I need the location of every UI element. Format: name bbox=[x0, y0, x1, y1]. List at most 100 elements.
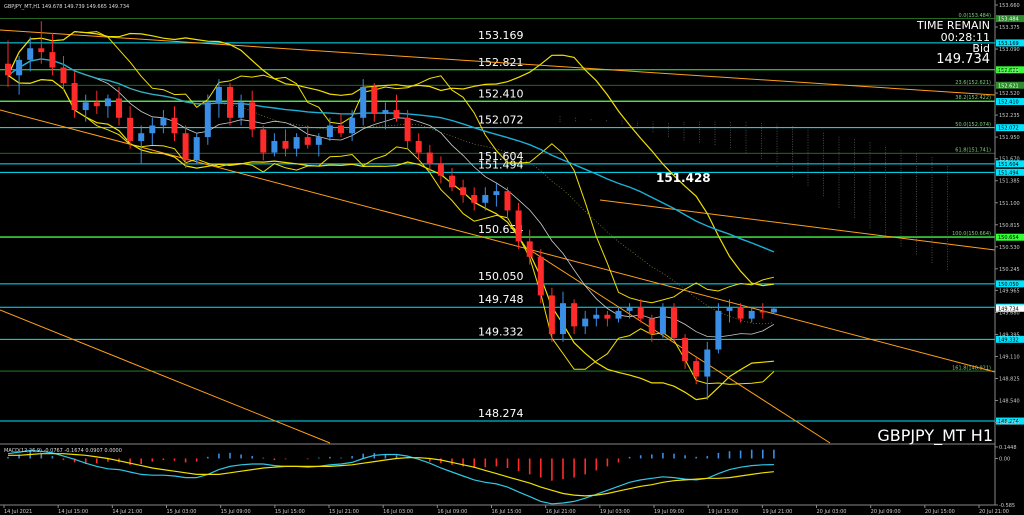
time-tick-label: 16 Jul 03:00 bbox=[383, 509, 413, 515]
candle-body bbox=[493, 191, 500, 196]
candle-body bbox=[726, 307, 733, 311]
time-tick-label: 19 Jul 09:00 bbox=[654, 509, 684, 515]
time-tick-label: 16 Jul 21:00 bbox=[546, 509, 576, 515]
fib-axis-tag-label: 152.621 bbox=[998, 83, 1019, 89]
candle-body bbox=[460, 187, 467, 196]
candle-body bbox=[371, 86, 378, 114]
candle-body bbox=[659, 307, 666, 335]
candle-body bbox=[437, 164, 444, 176]
level-label: 153.169 bbox=[478, 29, 524, 42]
price-tick-label: 151.100 bbox=[999, 201, 1020, 207]
watermark: GBPJPY_MT H1 bbox=[877, 426, 993, 446]
candle-body bbox=[693, 361, 700, 377]
candle-body bbox=[471, 195, 478, 203]
candle-body bbox=[404, 117, 411, 141]
fib-level-label: 61.8(151.741) bbox=[955, 148, 991, 154]
candle-body bbox=[615, 310, 622, 319]
price-tick-label: 153.090 bbox=[999, 47, 1020, 53]
candle-body bbox=[5, 63, 11, 76]
candle-body bbox=[637, 307, 644, 319]
time-tick-label: 20 Jul 09:00 bbox=[871, 509, 901, 515]
candle-body bbox=[415, 140, 422, 153]
candle-body bbox=[349, 117, 356, 134]
time-tick-label: 19 Jul 03:00 bbox=[600, 509, 630, 515]
candle-body bbox=[449, 175, 455, 188]
time-tick-label: 20 Jul 03:00 bbox=[817, 509, 847, 515]
candle-body bbox=[504, 191, 511, 211]
price-tick-label: 153.660 bbox=[999, 3, 1020, 9]
candle-body bbox=[271, 140, 278, 153]
price-tick-label: 150.815 bbox=[999, 223, 1020, 229]
candle-body bbox=[748, 310, 755, 319]
candle-body bbox=[482, 195, 489, 203]
price-tick-label: 152.805 bbox=[999, 69, 1020, 75]
candle-body bbox=[737, 307, 744, 319]
fib-level-label: 23.6(152.621) bbox=[955, 80, 991, 86]
time-tick-label: 20 Jul 15:00 bbox=[925, 509, 955, 515]
time-tick-label: 16 Jul 15:00 bbox=[492, 509, 522, 515]
candle-body bbox=[93, 102, 100, 107]
candle-body bbox=[127, 117, 134, 141]
candle-body bbox=[582, 318, 589, 327]
candle-body bbox=[515, 210, 522, 242]
level-label: 152.410 bbox=[478, 88, 524, 101]
level-axis-tag-label: 153.169 bbox=[998, 41, 1019, 47]
price-tick-label: 152.520 bbox=[999, 91, 1020, 97]
time-tick-label: 14 Jul 15:00 bbox=[58, 509, 88, 515]
candle-body bbox=[537, 256, 544, 296]
level-axis-tag-label: 152.410 bbox=[998, 100, 1019, 106]
level-label: 148.274 bbox=[478, 407, 524, 420]
price-tick-label: 151.670 bbox=[999, 157, 1020, 163]
time-tick-label: 14 Jul 21:00 bbox=[112, 509, 142, 515]
candle-body bbox=[759, 310, 766, 313]
candle-body bbox=[560, 303, 566, 335]
fib-level-label: 50.0(152.074) bbox=[955, 122, 991, 128]
time-tick-label: 19 Jul 21:00 bbox=[762, 509, 792, 515]
candle-body bbox=[104, 98, 111, 107]
annotation-label: 151.428 bbox=[656, 171, 711, 185]
candle-body bbox=[626, 307, 633, 311]
price-tick-label: 152.235 bbox=[999, 113, 1020, 119]
candle-body bbox=[16, 59, 23, 76]
candle-body bbox=[193, 137, 200, 161]
time-tick-label: 20 Jul 21:00 bbox=[979, 509, 1009, 515]
macd-label: MACD(12,26,9) -0.0767 -0.1674 0.0907 0.0… bbox=[4, 448, 122, 454]
candle-body bbox=[360, 86, 367, 118]
price-tick-label: 151.950 bbox=[999, 135, 1020, 141]
candle-body bbox=[38, 48, 45, 53]
candle-body bbox=[326, 125, 333, 138]
gbpjpy-chart: 0.0(153.484)23.6(152.621)38.2(152.422)50… bbox=[0, 0, 1024, 515]
price-tick-label: 151.385 bbox=[999, 179, 1020, 185]
bid-value: 149.734 bbox=[936, 52, 990, 67]
candle-body bbox=[382, 110, 389, 114]
fib-level-label: 161.8(148.921) bbox=[952, 366, 991, 372]
candle-body bbox=[548, 295, 555, 335]
candle-body bbox=[27, 48, 34, 60]
candle-body bbox=[260, 129, 267, 153]
level-label: 149.332 bbox=[478, 325, 524, 338]
candle-body bbox=[648, 318, 655, 335]
candle-body bbox=[426, 152, 433, 165]
candle-body bbox=[171, 117, 178, 134]
candle-body bbox=[571, 303, 578, 327]
price-tick-label: 153.375 bbox=[999, 25, 1020, 31]
candle-body bbox=[304, 137, 311, 145]
level-label: 149.748 bbox=[478, 293, 524, 306]
macd-tick-label: 0.1448 bbox=[999, 445, 1017, 451]
time-tick-label: 15 Jul 09:00 bbox=[221, 509, 251, 515]
candle-body bbox=[393, 110, 400, 118]
time-tick-label: 14 Jul 2021 bbox=[4, 509, 32, 515]
candle-body bbox=[215, 86, 222, 103]
candle-body bbox=[293, 137, 300, 149]
candle-body bbox=[704, 349, 711, 377]
candle-body bbox=[770, 308, 777, 313]
time-tick-label: 15 Jul 21:00 bbox=[329, 509, 359, 515]
time-tick-label: 15 Jul 03:00 bbox=[167, 509, 197, 515]
candle-body bbox=[160, 117, 167, 126]
candle-body bbox=[182, 133, 189, 161]
level-axis-tag-label: 152.072 bbox=[998, 126, 1019, 132]
fib-axis-tag-label: 153.484 bbox=[998, 17, 1019, 23]
macd-tick-label: 0.00 bbox=[999, 456, 1010, 462]
candle-body bbox=[593, 314, 600, 319]
fib-level-label: 38.2(152.422) bbox=[955, 95, 991, 101]
